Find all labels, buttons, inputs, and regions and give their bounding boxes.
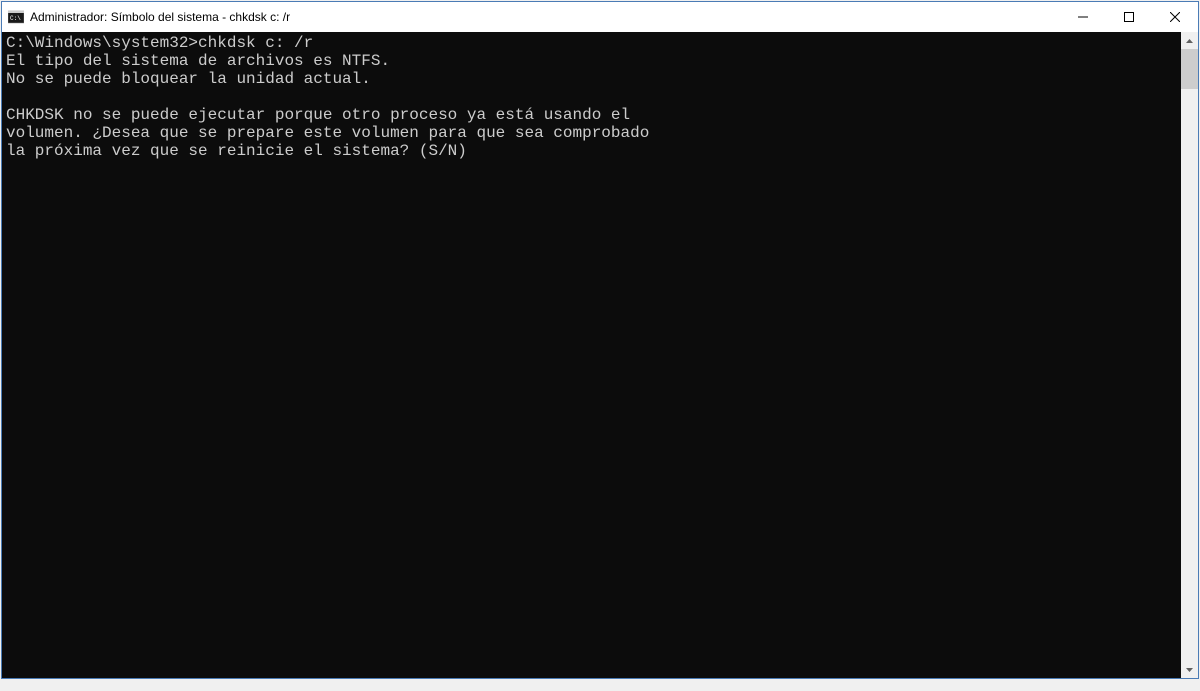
- scroll-up-arrow[interactable]: [1181, 32, 1198, 49]
- output-line: CHKDSK no se puede ejecutar porque otro …: [6, 106, 630, 124]
- terminal-output[interactable]: C:\Windows\system32>chkdsk c: /r El tipo…: [2, 32, 1181, 678]
- maximize-button[interactable]: [1106, 2, 1152, 32]
- command-prompt-window: C:\ Administrador: Símbolo del sistema -…: [1, 1, 1199, 679]
- command: chkdsk c: /r: [198, 34, 313, 52]
- minimize-button[interactable]: [1060, 2, 1106, 32]
- output-line: volumen. ¿Desea que se prepare este volu…: [6, 124, 649, 142]
- svg-text:C:\: C:\: [10, 15, 21, 22]
- window-controls: [1060, 2, 1198, 32]
- titlebar[interactable]: C:\ Administrador: Símbolo del sistema -…: [2, 2, 1198, 32]
- output-line: El tipo del sistema de archivos es NTFS.: [6, 52, 390, 70]
- output-line: No se puede bloquear la unidad actual.: [6, 70, 371, 88]
- scroll-thumb[interactable]: [1181, 49, 1198, 89]
- scroll-track[interactable]: [1181, 49, 1198, 661]
- output-line: la próxima vez que se reinicie el sistem…: [6, 142, 467, 160]
- prompt: C:\Windows\system32>: [6, 34, 198, 52]
- window-title: Administrador: Símbolo del sistema - chk…: [30, 10, 1060, 24]
- vertical-scrollbar[interactable]: [1181, 32, 1198, 678]
- close-button[interactable]: [1152, 2, 1198, 32]
- cmd-icon: C:\: [8, 9, 24, 25]
- terminal-container: C:\Windows\system32>chkdsk c: /r El tipo…: [2, 32, 1198, 678]
- scroll-down-arrow[interactable]: [1181, 661, 1198, 678]
